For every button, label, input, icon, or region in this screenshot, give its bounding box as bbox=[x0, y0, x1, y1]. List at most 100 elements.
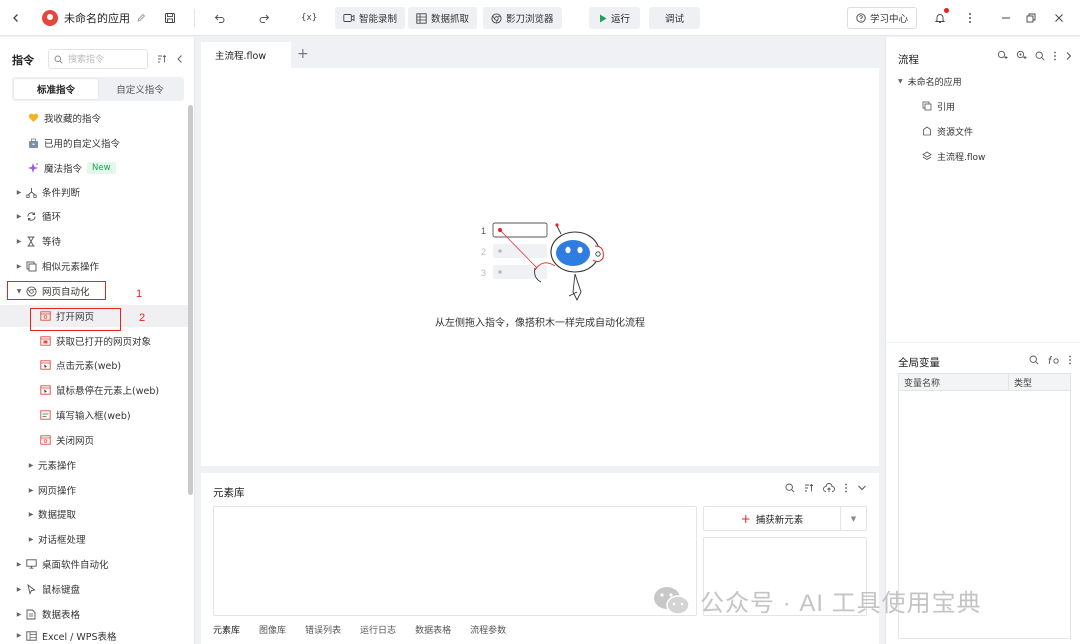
video-record-icon bbox=[343, 14, 355, 22]
command-panel: 指令 标准指令 自定义指令 我收藏的指令 已用的自定义指令 魔法指令 New ▶… bbox=[0, 37, 195, 644]
caret-right-icon[interactable]: ▶ bbox=[14, 213, 24, 220]
help-circle-icon bbox=[856, 13, 866, 23]
tree-item-magic[interactable]: 魔法指令 New bbox=[0, 157, 188, 179]
minimize-button[interactable] bbox=[1001, 0, 1011, 36]
tree-item-used-custom[interactable]: 已用的自定义指令 bbox=[0, 132, 188, 154]
capture-new-element-button[interactable]: + 捕获新元素 ▼ bbox=[703, 506, 867, 531]
run-button[interactable]: 运行 bbox=[589, 7, 641, 29]
tree-item-element-ops[interactable]: ▶ 元素操作 bbox=[0, 454, 188, 476]
back-button[interactable] bbox=[11, 0, 21, 36]
caret-right-icon[interactable]: ▶ bbox=[14, 586, 24, 593]
restore-button[interactable] bbox=[1026, 0, 1036, 36]
tree-item-close-page[interactable]: 关闭网页 bbox=[0, 429, 188, 451]
tab-error-list[interactable]: 错误列表 bbox=[305, 623, 341, 636]
undo-button[interactable] bbox=[214, 0, 226, 36]
sort-button[interactable] bbox=[157, 54, 167, 64]
debug-button[interactable]: 调试 bbox=[649, 7, 701, 29]
caret-right-icon[interactable]: ▶ bbox=[14, 561, 24, 568]
command-list-scrollbar[interactable] bbox=[188, 105, 193, 495]
tab-standard-commands[interactable]: 标准指令 bbox=[14, 79, 98, 99]
tree-item-hover[interactable]: 鼠标悬停在元素上(web) bbox=[0, 379, 188, 401]
caret-down-icon[interactable]: ▼ bbox=[898, 78, 903, 85]
flow-item-references[interactable]: 引用 bbox=[922, 97, 955, 115]
collapse-panel-button[interactable] bbox=[176, 54, 184, 64]
tree-item-loop[interactable]: ▶ 循环 bbox=[0, 205, 188, 227]
tree-item-dialog[interactable]: ▶ 对话框处理 bbox=[0, 528, 188, 550]
tree-item-page-ops[interactable]: ▶ 网页操作 bbox=[0, 479, 188, 501]
tab-element-library[interactable]: 元素库 bbox=[213, 623, 240, 636]
chevron-down-icon[interactable] bbox=[857, 484, 867, 492]
chevron-right-icon[interactable] bbox=[1065, 51, 1072, 61]
redo-button[interactable] bbox=[258, 0, 270, 36]
smart-record-button[interactable]: 智能录制 bbox=[335, 7, 406, 29]
tab-image-library[interactable]: 图像库 bbox=[259, 623, 286, 636]
tree-item-data-extract[interactable]: ▶ 数据提取 bbox=[0, 503, 188, 525]
flow-item-main-flow[interactable]: 主流程.flow bbox=[922, 147, 985, 165]
notifications-button[interactable] bbox=[934, 0, 946, 36]
flow-app-node[interactable]: ▼ 未命名的应用 bbox=[898, 72, 962, 90]
caret-right-icon[interactable]: ▶ bbox=[14, 238, 24, 245]
tree-item-mouse-keyboard[interactable]: ▶ 鼠标键盘 bbox=[0, 578, 188, 600]
similar-elements-icon bbox=[24, 259, 38, 273]
tree-item-similar-elements[interactable]: ▶ 相似元素操作 bbox=[0, 255, 188, 277]
search-icon[interactable] bbox=[1035, 51, 1045, 61]
input-field-icon bbox=[38, 408, 52, 422]
tree-item-wait[interactable]: ▶ 等待 bbox=[0, 230, 188, 252]
tab-data-table[interactable]: 数据表格 bbox=[415, 623, 451, 636]
add-tab-button[interactable]: + bbox=[297, 46, 309, 62]
search-icon[interactable] bbox=[785, 483, 795, 493]
tree-item-desktop-automation[interactable]: ▶ 桌面软件自动化 bbox=[0, 553, 188, 575]
save-button[interactable] bbox=[164, 0, 176, 36]
flow-canvas[interactable]: 主流程.flow + 1 2 3 从左侧拖入指令，像搭积木一样完成自动化流程 bbox=[201, 42, 879, 466]
add-flow-icon[interactable] bbox=[997, 50, 1008, 61]
more-menu-button[interactable] bbox=[968, 0, 972, 36]
app-logo-icon bbox=[42, 10, 58, 26]
tab-main-flow[interactable]: 主流程.flow bbox=[201, 42, 291, 68]
cloud-upload-icon[interactable] bbox=[823, 483, 835, 493]
flow-panel-title: 流程 bbox=[898, 54, 919, 66]
caret-right-icon[interactable]: ▶ bbox=[26, 462, 36, 469]
learning-center-button[interactable]: 学习中心 bbox=[847, 7, 918, 29]
tree-item-get-web-object[interactable]: 获取已打开的网页对象 bbox=[0, 330, 188, 352]
add-subflow-icon[interactable] bbox=[1016, 50, 1027, 61]
caret-right-icon[interactable]: ▶ bbox=[26, 511, 36, 518]
caret-right-icon[interactable]: ▶ bbox=[14, 189, 24, 196]
caret-right-icon[interactable]: ▶ bbox=[14, 632, 24, 639]
browser-label: 影刀浏览器 bbox=[506, 14, 554, 25]
variables-button[interactable]: {x} bbox=[301, 0, 317, 36]
close-window-button[interactable] bbox=[1054, 0, 1064, 36]
command-search-input[interactable] bbox=[68, 54, 138, 64]
sort-icon[interactable] bbox=[804, 483, 814, 493]
tree-item-condition[interactable]: ▶ 条件判断 bbox=[0, 181, 188, 203]
tree-item-fill-input[interactable]: 填写输入框(web) bbox=[0, 404, 188, 426]
tab-run-log[interactable]: 运行日志 bbox=[360, 623, 396, 636]
tree-item-favorites[interactable]: 我收藏的指令 bbox=[0, 107, 188, 129]
function-icon[interactable] bbox=[1047, 355, 1060, 365]
more-vertical-icon[interactable] bbox=[1053, 51, 1057, 61]
caret-right-icon[interactable]: ▶ bbox=[26, 487, 36, 494]
more-vertical-icon[interactable] bbox=[844, 483, 848, 493]
tree-item-label: 获取已打开的网页对象 bbox=[56, 337, 152, 348]
browser-button[interactable]: 影刀浏览器 bbox=[483, 7, 562, 29]
tree-item-label: 元素操作 bbox=[38, 461, 77, 472]
more-vertical-icon[interactable] bbox=[1068, 355, 1072, 365]
data-capture-button[interactable]: 数据抓取 bbox=[408, 7, 478, 29]
caret-right-icon[interactable]: ▶ bbox=[14, 611, 24, 618]
caret-right-icon[interactable]: ▶ bbox=[26, 536, 36, 543]
illustration-number-1: 1 bbox=[481, 226, 486, 236]
command-search-box[interactable] bbox=[48, 49, 148, 69]
search-icon[interactable] bbox=[1029, 355, 1039, 365]
edit-icon[interactable] bbox=[136, 13, 146, 23]
caret-right-icon[interactable]: ▶ bbox=[14, 263, 24, 270]
tree-item-click-element[interactable]: 点击元素(web) bbox=[0, 354, 188, 376]
capture-options-dropdown[interactable]: ▼ bbox=[840, 507, 866, 530]
tab-flow-params[interactable]: 流程参数 bbox=[470, 623, 506, 636]
app-title-area[interactable]: 未命名的应用 bbox=[42, 0, 146, 36]
element-list-area[interactable] bbox=[213, 506, 697, 616]
flow-item-resources[interactable]: 资源文件 bbox=[922, 122, 973, 140]
tree-item-excel[interactable]: ▶ Excel / WPS表格 bbox=[0, 627, 188, 644]
tab-custom-commands[interactable]: 自定义指令 bbox=[98, 79, 182, 99]
tree-item-data-table[interactable]: ▶ 数据表格 bbox=[0, 603, 188, 625]
capture-new-element-main[interactable]: + 捕获新元素 bbox=[704, 512, 840, 526]
layers-icon bbox=[922, 151, 932, 160]
